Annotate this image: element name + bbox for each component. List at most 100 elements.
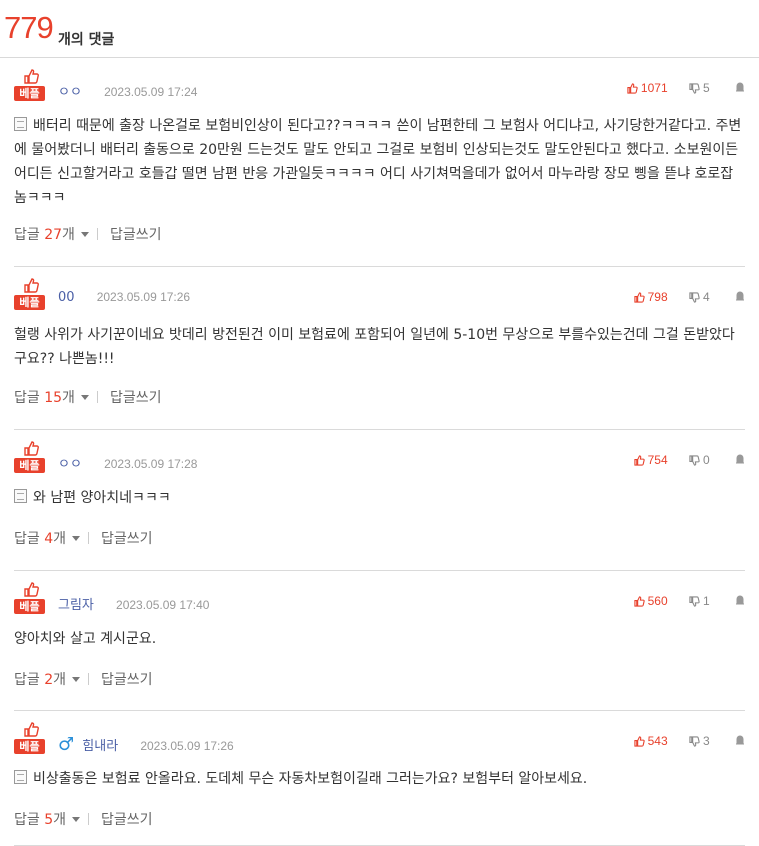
best-thumb-icon (23, 68, 39, 84)
report-icon[interactable] (735, 594, 745, 608)
reply-count: 15 (44, 390, 63, 406)
upvote-button[interactable]: 798 (633, 290, 668, 304)
comment-votes: 560 1 (633, 594, 745, 608)
comment-body: 와 남편 양아치네ㅋㅋㅋ (14, 486, 745, 510)
divider (88, 673, 90, 685)
reply-toggle[interactable]: 답글 4개 (14, 531, 81, 547)
downvote-button[interactable]: 1 (689, 594, 710, 608)
comment-footer: 답글 27개 답글쓰기 (14, 224, 161, 244)
reply-toggle[interactable]: 답글 2개 (14, 672, 81, 688)
comment-date: 2023.05.09 17:24 (104, 85, 198, 99)
comment-body: 양아치와 살고 계시군요. (14, 627, 745, 651)
document-icon (14, 489, 27, 503)
thumb-down-icon (689, 290, 703, 304)
best-thumb-icon (23, 581, 39, 597)
comment-item: 베플 그림자 2023.05.09 17:40 560 1 양아치와 살고 계시… (14, 571, 745, 711)
comment-item: 베플 ♂ 힘내라 2023.05.09 17:26 543 3 비상출동은 보험… (14, 711, 745, 846)
write-reply-button[interactable]: 답글쓰기 (101, 812, 153, 828)
divider (96, 228, 98, 240)
comment-body: 비상출동은 보험료 안올라요. 도데체 무슨 자동차보험이길래 그러는가요? 보… (14, 767, 745, 791)
thumb-down-icon (689, 594, 703, 608)
downvote-button[interactable]: 3 (689, 734, 710, 748)
comment-author[interactable]: ㅇㅇ (58, 85, 82, 100)
downvote-count: 3 (702, 734, 710, 748)
write-reply-button[interactable]: 답글쓰기 (101, 672, 153, 688)
chevron-down-icon (80, 232, 89, 237)
comment-votes: 1071 5 (627, 81, 745, 95)
document-icon (14, 770, 27, 784)
comment-text: 비상출동은 보험료 안올라요. 도데체 무슨 자동차보험이길래 그러는가요? 보… (33, 771, 588, 787)
write-reply-button[interactable]: 답글쓰기 (110, 390, 162, 406)
thumb-up-icon (633, 453, 648, 467)
best-thumb-icon (23, 721, 39, 737)
comment-count-label: 개의 댓글 (58, 32, 115, 48)
comment-date: 2023.05.09 17:26 (96, 290, 191, 304)
reply-toggle[interactable]: 답글 15개 (14, 390, 89, 406)
reply-toggle[interactable]: 답글 27개 (14, 227, 89, 243)
thumb-up-icon (633, 594, 648, 608)
downvote-count: 0 (702, 453, 710, 467)
divider (88, 532, 90, 544)
downvote-button[interactable]: 0 (689, 453, 710, 467)
divider (88, 813, 90, 825)
chevron-down-icon (72, 677, 81, 682)
comment-author[interactable]: ㅇㅇ (58, 457, 82, 472)
reply-count: 2 (44, 672, 54, 688)
best-label: 베플 (14, 295, 45, 310)
chevron-down-icon (72, 536, 81, 541)
best-label: 베플 (14, 458, 45, 473)
comment-votes: 798 4 (633, 290, 745, 304)
best-label: 베플 (14, 599, 45, 614)
upvote-button[interactable]: 560 (633, 594, 668, 608)
comment-item: 베플 ㅇㅇ 2023.05.09 17:28 754 0 와 남편 양아치네ㅋㅋ… (14, 430, 745, 571)
report-icon[interactable] (735, 734, 745, 748)
upvote-count: 798 (647, 290, 668, 304)
report-icon[interactable] (735, 290, 745, 304)
upvote-count: 560 (647, 594, 668, 608)
chevron-down-icon (72, 817, 81, 822)
reply-toggle[interactable]: 답글 5개 (14, 812, 81, 828)
downvote-button[interactable]: 4 (689, 290, 710, 304)
comment-votes: 543 3 (633, 734, 745, 748)
upvote-button[interactable]: 754 (633, 453, 668, 467)
best-label: 베플 (14, 739, 45, 754)
divider (96, 391, 98, 403)
comment-text: 헐랭 사위가 사기꾼이네요 밧데리 방전된건 이미 보험료에 포함되어 일년에 … (14, 327, 735, 367)
report-icon[interactable] (735, 81, 745, 95)
downvote-button[interactable]: 5 (689, 81, 710, 95)
thumb-down-icon (689, 453, 703, 467)
comment-footer: 답글 4개 답글쓰기 (14, 528, 153, 548)
comment-meta: 00 2023.05.09 17:26 (58, 290, 190, 305)
comment-date: 2023.05.09 17:26 (140, 739, 234, 753)
comment-votes: 754 0 (633, 453, 745, 467)
best-label: 베플 (14, 86, 45, 101)
thumb-down-icon (689, 734, 703, 748)
comment-meta: ㅇㅇ 2023.05.09 17:28 (58, 453, 197, 472)
comment-meta: 그림자 2023.05.09 17:40 (58, 594, 209, 613)
comment-text: 와 남편 양아치네ㅋㅋㅋ (33, 490, 171, 506)
comment-item: 베플 00 2023.05.09 17:26 798 4 헐랭 사위가 사기꾼이… (14, 267, 745, 430)
comment-list: 베플 ㅇㅇ 2023.05.09 17:24 1071 5 배터리 때문에 출장… (0, 58, 759, 846)
upvote-count: 1071 (640, 81, 668, 95)
comment-author[interactable]: 그림자 (58, 598, 94, 613)
comment-footer: 답글 2개 답글쓰기 (14, 669, 153, 689)
reply-label: 답글 (14, 812, 40, 828)
upvote-button[interactable]: 543 (633, 734, 668, 748)
male-gender-icon: ♂ (58, 734, 75, 755)
comment-author[interactable]: 00 (58, 290, 75, 305)
comment-text: 배터리 때문에 출장 나온걸로 보험비인상이 된다고??ㅋㅋㅋㅋ 쓴이 남편한테… (14, 118, 742, 206)
write-reply-button[interactable]: 답글쓰기 (101, 531, 153, 547)
thumb-up-icon (633, 734, 648, 748)
downvote-count: 4 (702, 290, 710, 304)
write-reply-button[interactable]: 답글쓰기 (110, 227, 162, 243)
comment-footer: 답글 5개 답글쓰기 (14, 809, 153, 829)
downvote-count: 5 (702, 81, 710, 95)
reply-label: 답글 (14, 531, 40, 547)
reply-label: 답글 (14, 672, 40, 688)
upvote-button[interactable]: 1071 (627, 81, 668, 95)
thumb-down-icon (689, 81, 703, 95)
report-icon[interactable] (735, 453, 745, 467)
reply-unit: 개 (53, 531, 67, 547)
comment-footer: 답글 15개 답글쓰기 (14, 387, 161, 407)
comment-author[interactable]: 힘내라 (82, 739, 118, 754)
